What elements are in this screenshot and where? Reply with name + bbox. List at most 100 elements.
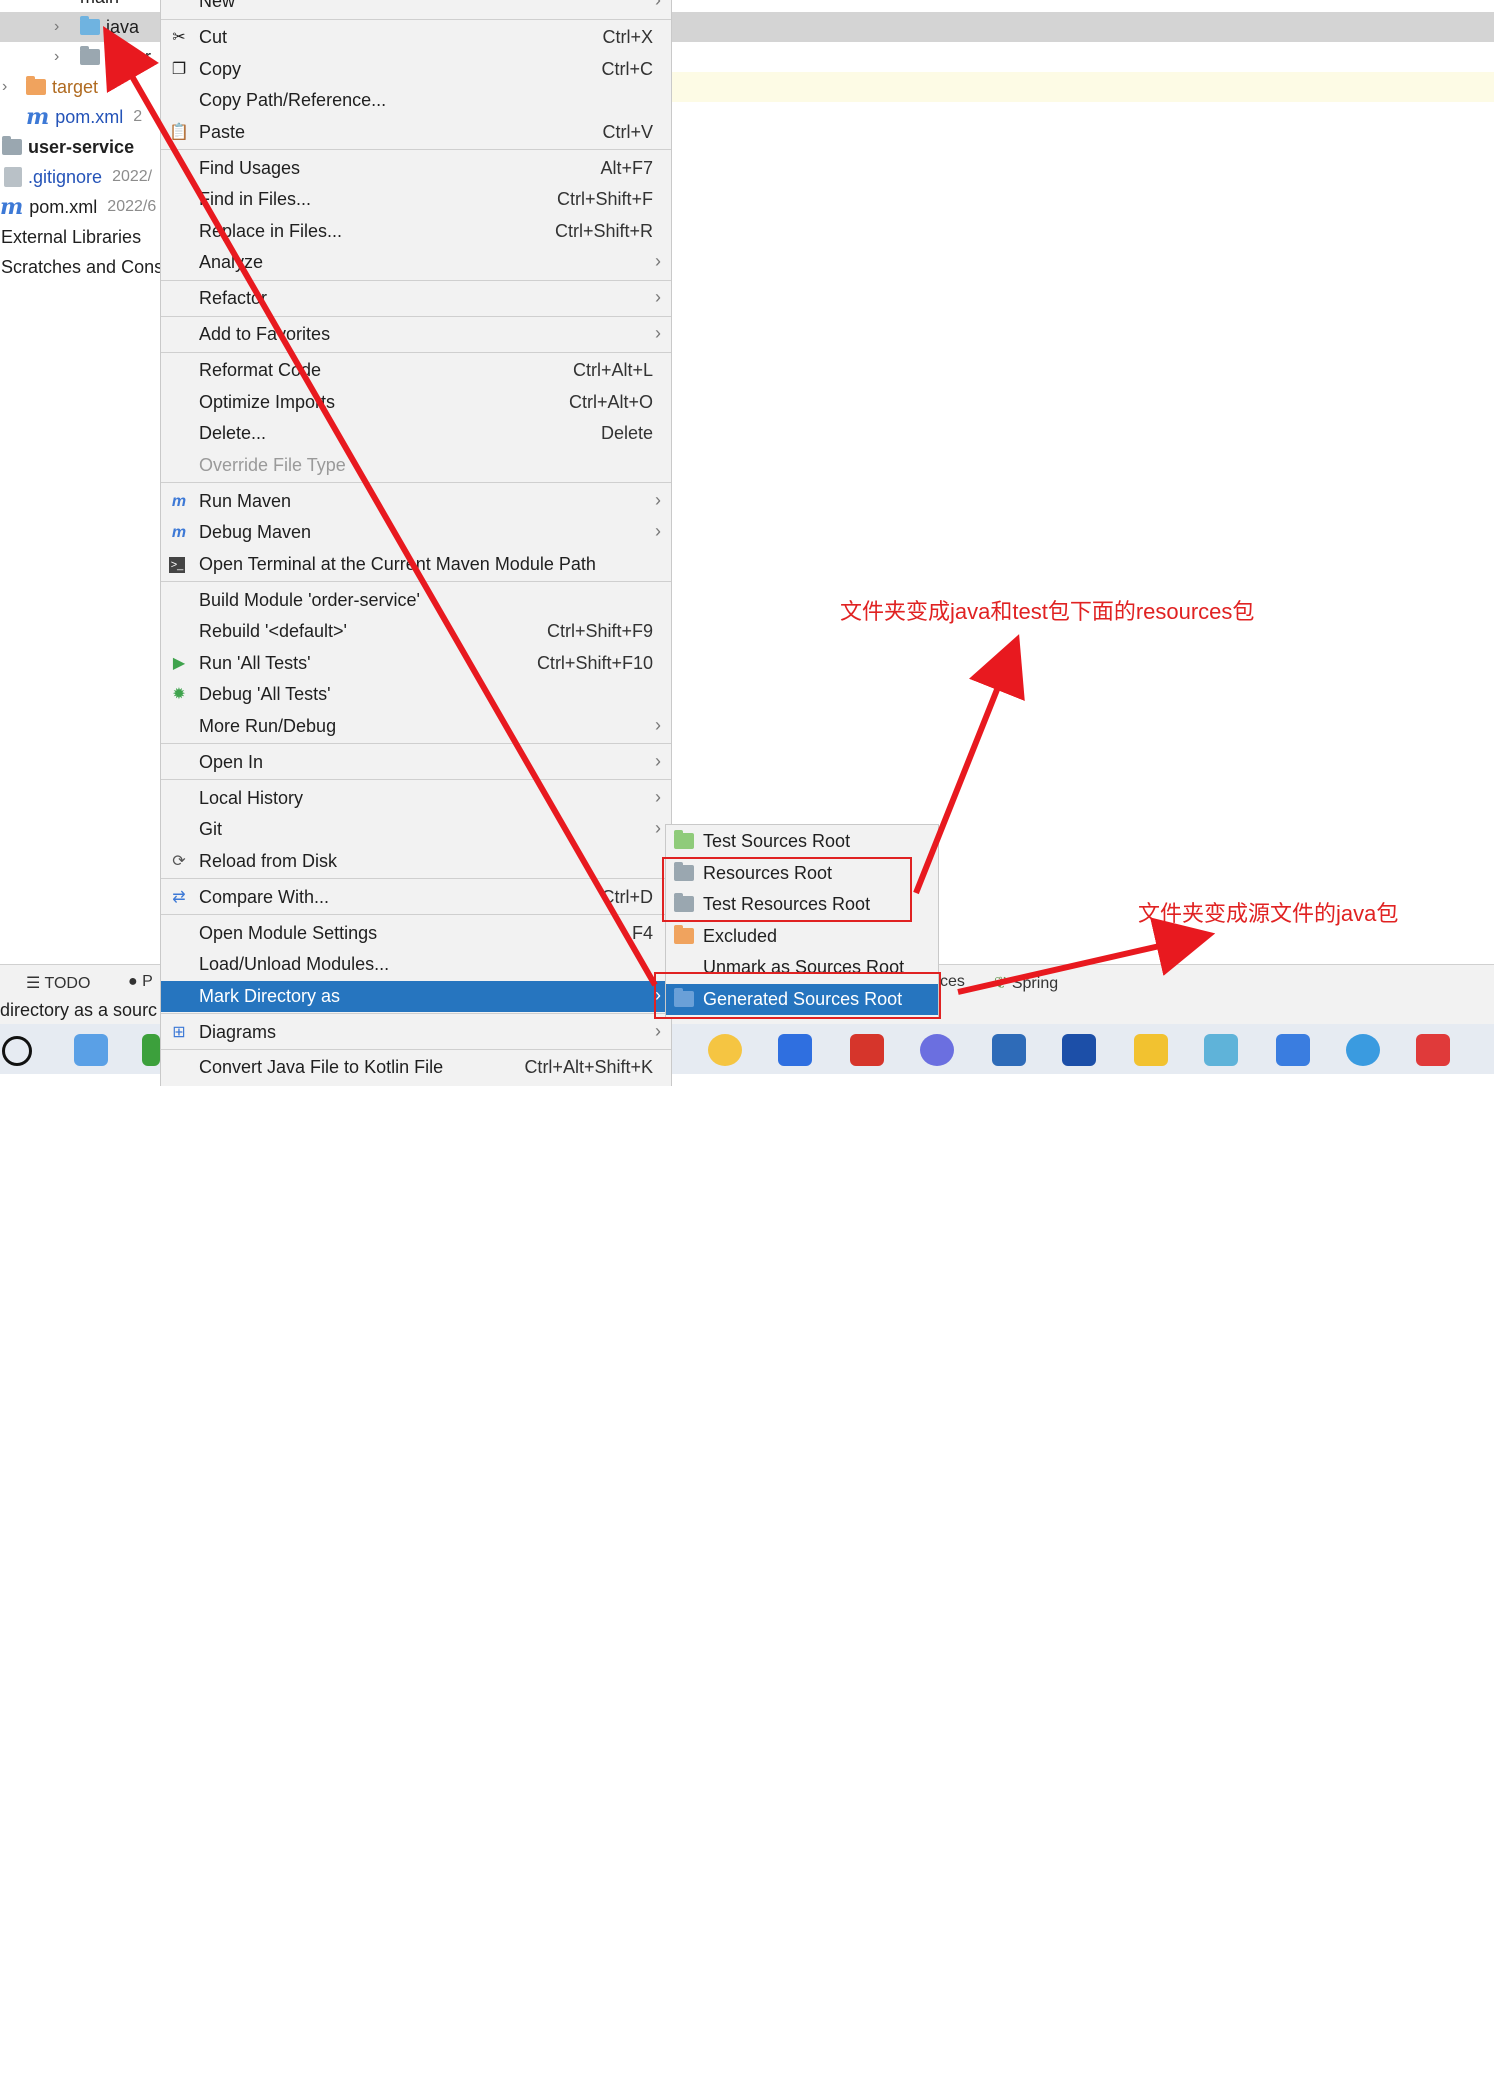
menu-item-diagrams[interactable]: ⊞ Diagrams › [161, 1017, 671, 1048]
tree-item-label: esour [106, 46, 152, 67]
resources-folder-icon [80, 46, 100, 65]
tree-item-date: 2022/ [112, 168, 153, 185]
problems-tab[interactable]: ● P [128, 973, 153, 991]
computer-icon[interactable] [74, 1034, 108, 1066]
test-folder-icon [674, 830, 694, 849]
run-icon: ▶ [172, 655, 186, 672]
visio-icon[interactable] [1062, 1034, 1096, 1066]
check-app-icon[interactable] [1346, 1034, 1380, 1066]
clipboard-icon: 📋 [169, 124, 189, 141]
menu-item-delete[interactable]: Delete... Delete [161, 418, 671, 449]
tree-item-pom[interactable]: m pom.xml 2022/6 [0, 192, 160, 222]
menu-item-override-file-type: Override File Type [199, 455, 346, 475]
chevron-right-icon: › [655, 1021, 661, 1041]
submenu-item-test-sources-root[interactable]: Test Sources Root [666, 826, 938, 857]
tree-item-scratches[interactable]: Scratches and Cons [0, 252, 160, 282]
menu-item-find-usages[interactable]: Find Usages Alt+F7 [161, 153, 671, 184]
menu-item-more-run-debug[interactable]: More Run/Debug › [161, 711, 671, 742]
menu-item-mark-directory[interactable]: Mark Directory as › [161, 981, 671, 1012]
menu-item-analyze[interactable]: Analyze › [161, 247, 671, 278]
chevron-right-icon: › [655, 251, 661, 271]
menu-item-find-in-files[interactable]: Find in Files... Ctrl+Shift+F [161, 184, 671, 215]
chevron-right-icon: › [655, 715, 661, 735]
todo-tab[interactable]: ☰ TODO [26, 973, 90, 993]
refresh-icon: ⟳ [172, 853, 186, 870]
menu-item-run-maven[interactable]: m Run Maven › [161, 486, 671, 517]
menu-item-refactor[interactable]: Refactor › [161, 283, 671, 314]
copy-icon: ❐ [171, 61, 187, 78]
menu-item-reformat[interactable]: Reformat Code Ctrl+Alt+L [161, 355, 671, 386]
menu-item-run-tests[interactable]: ▶ Run 'All Tests' Ctrl+Shift+F10 [161, 648, 671, 679]
services-tab[interactable]: ces [940, 973, 965, 991]
edge-browser-icon[interactable] [142, 1034, 160, 1066]
maven-debug-icon: m [171, 524, 187, 541]
tree-item-target[interactable]: › target [0, 72, 160, 102]
ignore-file-icon [4, 167, 22, 187]
menu-item-replace-in-files[interactable]: Replace in Files... Ctrl+Shift+R [161, 216, 671, 247]
navicat-icon[interactable] [708, 1034, 742, 1066]
tree-item-java[interactable]: › java [0, 12, 160, 42]
menu-item-rebuild[interactable]: Rebuild '<default>' Ctrl+Shift+F9 [161, 616, 671, 647]
tree-item-label: main [80, 0, 119, 8]
wps-icon[interactable] [1416, 1034, 1450, 1066]
tree-item-gitignore[interactable]: .gitignore 2022/ [0, 162, 160, 192]
status-message: directory as a sourc [0, 1000, 158, 1020]
tree-item-label: user-service [28, 136, 135, 157]
notepad-icon[interactable] [1204, 1034, 1238, 1066]
menu-item-add-favorites[interactable]: Add to Favorites › [161, 319, 671, 350]
terminal-icon: >_ [169, 557, 185, 573]
menu-item-compare[interactable]: ⇄ Compare With... Ctrl+D [161, 882, 671, 913]
tree-item-pom-inner[interactable]: m pom.xml 2 [0, 102, 160, 132]
menu-item-reload[interactable]: ⟳ Reload from Disk [161, 846, 671, 877]
tree-item-date: 2022/6 [107, 198, 157, 215]
tree-item-label: Scratches and Cons [1, 256, 160, 277]
module-folder-icon [2, 136, 22, 155]
menu-item-build-module[interactable]: Build Module 'order-service' [161, 585, 671, 616]
menu-item-optimize-imports[interactable]: Optimize Imports Ctrl+Alt+O [161, 387, 671, 418]
chevron-right-icon: › [655, 287, 661, 307]
chevron-right-icon[interactable]: › [2, 78, 16, 96]
annotation-box-generated [654, 972, 941, 1019]
menu-item-git[interactable]: Git › [161, 814, 671, 845]
tree-item-label: External Libraries [1, 226, 142, 247]
tree-item-resources[interactable]: › esour [0, 42, 160, 72]
app-d-icon[interactable] [778, 1034, 812, 1066]
excluded-folder-icon [674, 925, 694, 944]
compare-icon: ⇄ [172, 889, 186, 906]
tree-item-label: java [106, 16, 140, 37]
tree-item-label: pom.xml [55, 106, 124, 127]
tree-item-external-libraries[interactable]: External Libraries [0, 222, 160, 252]
menu-item-new[interactable]: New › [161, 0, 671, 17]
tree-item-user-service[interactable]: user-service [0, 132, 160, 162]
menu-item-debug-tests[interactable]: ✹ Debug 'All Tests' [161, 679, 671, 710]
chevron-right-icon: › [655, 323, 661, 343]
maven-run-icon: m [171, 493, 187, 510]
spring-tab[interactable]: ❦ Spring [994, 973, 1058, 993]
redis-icon[interactable] [850, 1034, 884, 1066]
annotation-box-resources [662, 857, 912, 922]
chevron-right-icon[interactable]: › [54, 18, 68, 36]
app-bird-icon[interactable] [1276, 1034, 1310, 1066]
menu-item-copy[interactable]: ❐ Copy Ctrl+C [161, 54, 671, 85]
window-app-icon[interactable] [992, 1034, 1026, 1066]
menu-item-copy-path[interactable]: Copy Path/Reference... [161, 85, 671, 116]
tree-item-date: 2 [133, 108, 143, 125]
menu-item-cut[interactable]: ✂ Cut Ctrl+X [161, 22, 671, 53]
menu-item-local-history[interactable]: Local History › [161, 783, 671, 814]
tree-item-main[interactable]: main [0, 0, 160, 12]
menu-item-open-terminal[interactable]: >_ Open Terminal at the Current Maven Mod… [161, 549, 671, 580]
chevron-right-icon[interactable]: › [54, 48, 68, 66]
submenu-item-excluded[interactable]: Excluded [666, 921, 938, 952]
maven-icon: m [26, 104, 50, 130]
menu-item-convert-kotlin[interactable]: Convert Java File to Kotlin File Ctrl+Alt… [161, 1052, 671, 1083]
file-explorer-icon[interactable] [1134, 1034, 1168, 1066]
menu-item-module-settings[interactable]: Open Module Settings F4 [161, 918, 671, 949]
diagram-icon: ⊞ [172, 1024, 186, 1041]
menu-item-debug-maven[interactable]: m Debug Maven › [161, 517, 671, 548]
menu-item-paste[interactable]: 📋 Paste Ctrl+V [161, 117, 671, 148]
annotation-note-resources: 文件夹变成java和test包下面的resources包 [840, 599, 1255, 624]
search-icon[interactable] [2, 1036, 32, 1066]
menu-item-load-modules[interactable]: Load/Unload Modules... [161, 949, 671, 980]
app-circle-icon[interactable] [920, 1034, 954, 1066]
menu-item-open-in[interactable]: Open In › [161, 747, 671, 778]
